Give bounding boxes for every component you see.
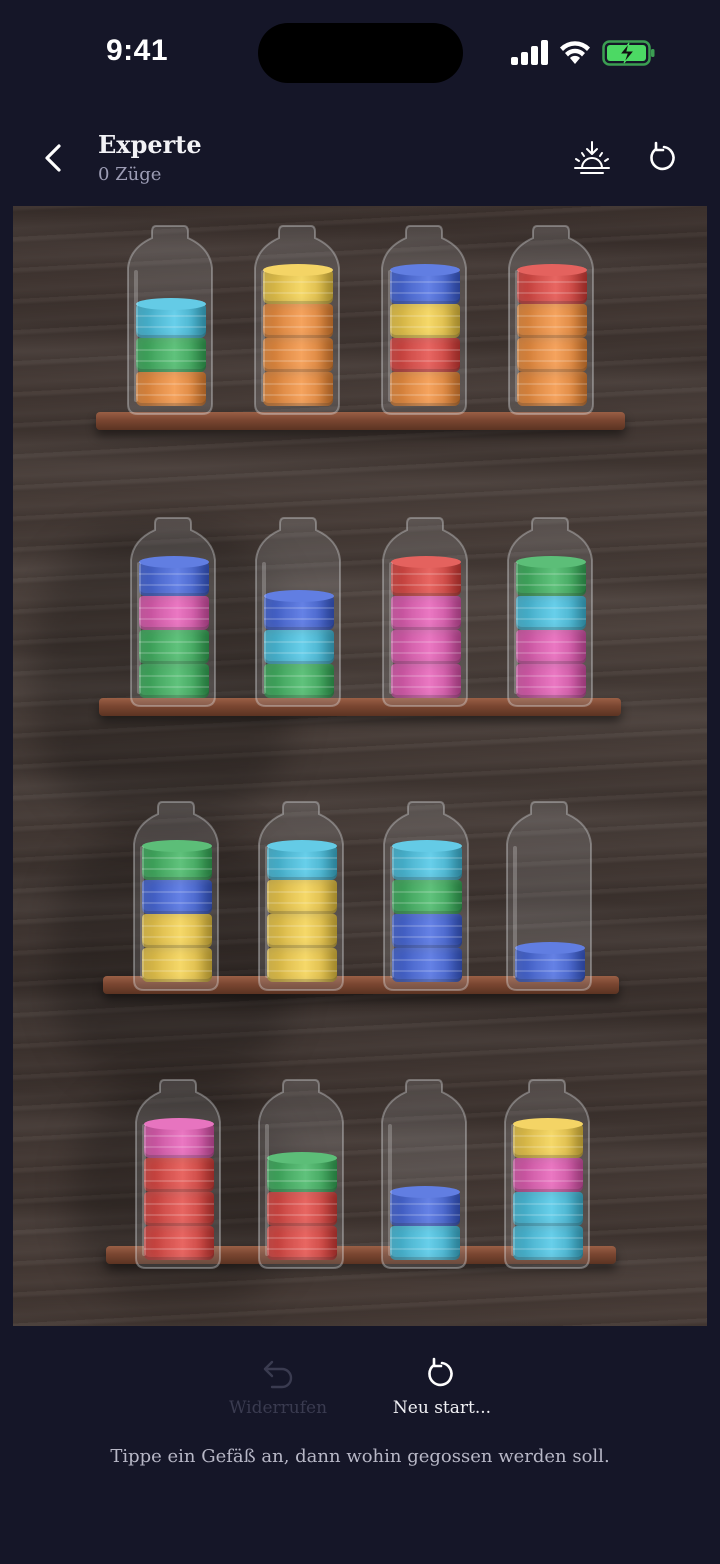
cellular-signal-icon [511, 40, 548, 65]
dynamic-island [258, 23, 463, 83]
undo-icon [263, 1360, 293, 1389]
glass-bottle-outline [255, 517, 341, 707]
glass-bottle-outline [258, 1079, 344, 1269]
glass-bottle-outline [506, 801, 592, 991]
glass-bottle-outline [381, 1079, 467, 1269]
level-title: Experte [98, 130, 202, 159]
game-header: Experte 0 Züge [0, 120, 720, 200]
undo-label: Widerrufen [228, 1398, 328, 1418]
restart-icon[interactable] [646, 140, 682, 176]
glass-bottle-outline [504, 1079, 590, 1269]
glass-bottle-outline [382, 517, 468, 707]
bottle-15[interactable] [380, 1078, 468, 1270]
undo-button[interactable]: Widerrufen [228, 1356, 328, 1420]
bottle-3[interactable] [380, 224, 468, 416]
hint-sunrise-icon[interactable] [572, 140, 612, 176]
glass-bottle-outline [135, 1079, 221, 1269]
glass-bottle-outline [133, 801, 219, 991]
glass-bottle-outline [383, 801, 469, 991]
back-chevron-icon[interactable] [36, 140, 72, 176]
restart-icon [428, 1357, 453, 1387]
bottle-7[interactable] [381, 516, 469, 708]
bottle-12[interactable] [505, 800, 593, 992]
glass-bottle-outline [507, 517, 593, 707]
bottle-16[interactable] [503, 1078, 591, 1270]
wifi-icon [560, 41, 590, 64]
new-start-label: Neu start... [392, 1398, 492, 1418]
bottle-6[interactable] [254, 516, 342, 708]
bottle-9[interactable] [132, 800, 220, 992]
bottle-8[interactable] [506, 516, 594, 708]
bottle-4[interactable] [507, 224, 595, 416]
bottle-1[interactable] [126, 224, 214, 416]
battery-charging-icon [602, 40, 655, 66]
status-bar: 9:41 [0, 0, 720, 100]
new-start-button[interactable]: Neu start... [392, 1356, 492, 1420]
status-time: 9:41 [106, 34, 169, 67]
glass-bottle-outline [508, 225, 594, 415]
instruction-text: Tippe ein Gefäß an, dann wohin gegossen … [110, 1446, 610, 1467]
glass-bottle-outline [381, 225, 467, 415]
bottle-2[interactable] [253, 224, 341, 416]
bottle-14[interactable] [257, 1078, 345, 1270]
glass-bottle-outline [254, 225, 340, 415]
bottle-5[interactable] [129, 516, 217, 708]
game-board [13, 206, 707, 1326]
glass-bottle-outline [258, 801, 344, 991]
bottom-controls: Widerrufen Neu start... [0, 1350, 720, 1430]
glass-bottle-outline [127, 225, 213, 415]
move-counter: 0 Züge [98, 164, 162, 185]
bottle-13[interactable] [134, 1078, 222, 1270]
glass-bottle-outline [130, 517, 216, 707]
bottle-11[interactable] [382, 800, 470, 992]
bottle-10[interactable] [257, 800, 345, 992]
